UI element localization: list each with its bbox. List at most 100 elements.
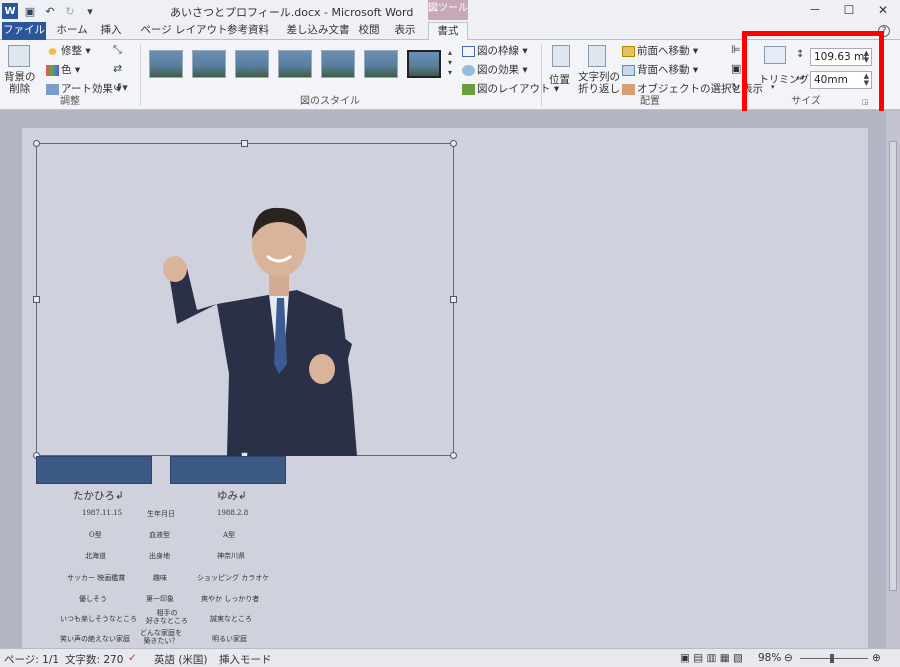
status-bar: ページ: 1/1 文字数: 270 ✓ 英語 (米国) 挿入モード ▣ ▤ ▥ … [0,648,900,667]
color-label: 色 [61,64,72,76]
picture-layout-label: 図のレイアウト [477,83,551,95]
maximize-button[interactable]: ☐ [832,0,866,20]
send-backward-button[interactable]: 背面へ移動 ▾ [622,62,698,77]
picture-style-6[interactable] [364,50,398,78]
resize-handle[interactable] [450,452,457,459]
zoom-slider-thumb[interactable] [830,654,834,663]
view-buttons[interactable]: ▣ ▤ ▥ ▦ ▧ [680,652,743,664]
corrections-button[interactable]: 修整 ▾ [46,43,91,58]
title-bar: W ▣ ↶ ↻ ▾ あいさつとプロフィール.docx - Microsoft W… [0,0,900,22]
wrap-text-button[interactable]: 文字列の 折り返し [578,71,620,95]
scrollbar-thumb[interactable] [889,141,897,591]
tab-format[interactable]: 書式 [428,22,468,41]
sun-icon [46,45,59,57]
undo-icon[interactable]: ↶ [42,3,58,19]
profile-right-value: 爽やか しっかり者 [201,595,260,603]
document-title: あいさつとプロフィール.docx - Microsoft Word [170,6,414,19]
tab-view[interactable]: 表示 [390,22,420,40]
picture-style-3[interactable] [235,50,269,78]
picture-layout-button[interactable]: 図のレイアウト ▾ [462,81,559,96]
picture-border-icon [462,45,475,57]
resize-handle[interactable] [450,140,457,147]
profile-left-value: O型 [89,531,102,539]
tab-home[interactable]: ホーム [50,22,94,40]
picture-effects-button[interactable]: 図の効果 ▾ [462,62,528,77]
zoom-level[interactable]: 98% [758,652,781,664]
profile-item-label: どんな家庭を 築きたい？ [140,629,182,645]
picture-style-7[interactable] [407,50,441,78]
name-plate-left[interactable] [36,456,152,484]
profile-right-value: 明るい家庭 [212,635,247,643]
profile-left-value: 北海道 [85,552,106,560]
group-divider [541,44,542,106]
picture-border-button[interactable]: 図の枠線 ▾ [462,43,528,58]
resize-handle[interactable] [33,296,40,303]
name-plate-right[interactable] [170,456,286,484]
insert-mode-indicator[interactable]: 挿入モード [219,652,272,667]
resize-handle[interactable] [33,140,40,147]
redo-icon[interactable]: ↻ [62,3,78,19]
word-app-icon[interactable]: W [2,3,18,19]
color-icon [46,64,59,76]
minimize-button[interactable]: － [798,0,832,20]
tab-insert[interactable]: 挿入 [96,22,126,40]
picture-effects-icon [462,64,475,76]
rotate-icon[interactable]: ↻ [731,81,740,94]
tab-mailings[interactable]: 差し込み文書 [278,22,358,40]
zoom-in-icon[interactable]: ⊕ [872,652,881,664]
send-backward-icon [622,64,635,76]
tab-file[interactable]: ファイル [2,22,46,40]
resize-handle[interactable] [450,296,457,303]
align-icon[interactable]: ⊫ [731,43,741,56]
picture-border-label: 図の枠線 [477,45,519,57]
profile-item-label: 相手の 好きなところ [146,609,188,625]
group-divider [140,44,141,106]
bring-forward-button[interactable]: 前面へ移動 ▾ [622,43,698,58]
proofing-icon[interactable]: ✓ [128,652,137,664]
profile-right-value: ショッピング カラオケ [197,574,270,582]
profile-left-value: 笑い声の絶えない家庭 [60,635,130,643]
picture-effects-label: 図の効果 [477,64,519,76]
position-button[interactable]: 位置 [549,72,570,87]
compress-pictures-icon[interactable]: ⤡ [113,43,122,57]
profile-item-label: 第一印象 [146,595,174,603]
remove-background-button[interactable]: 背景の 削除 [4,71,36,95]
save-icon[interactable]: ▣ [22,3,38,19]
tab-review[interactable]: 校閲 [354,22,384,40]
group-icon[interactable]: ▣ [731,62,741,75]
adjust-group-label: 調整 [60,96,80,107]
profile-left-value: 1987.11.15 [82,509,123,517]
picture-styles-group-label: 図のスタイル [300,96,360,107]
profile-right-value: A型 [223,531,236,539]
color-button[interactable]: 色 ▾ [46,62,80,77]
size-group-highlight [742,31,884,119]
bride-name: ゆみ↲ [217,490,247,502]
send-backward-label: 背面へ移動 [637,64,690,76]
remove-background-icon[interactable] [8,45,30,67]
change-picture-icon[interactable]: ⇄ [113,62,122,75]
profile-right-value: 1988.2.8 [217,509,249,517]
close-button[interactable]: ✕ [866,0,900,20]
page-count[interactable]: ページ: 1/1 [4,652,59,667]
vertical-scrollbar[interactable] [886,111,900,648]
picture-style-5[interactable] [321,50,355,78]
selected-picture[interactable] [33,140,457,459]
picture-style-1[interactable] [149,50,183,78]
zoom-out-icon[interactable]: ⊖ [784,652,793,664]
corrections-label: 修整 [61,45,82,57]
customize-qat-icon[interactable]: ▾ [82,3,98,19]
styles-scroll-icon[interactable]: ▴ ▾ ▾ [448,48,452,78]
zoom-slider[interactable] [800,658,868,659]
quick-access-toolbar: W ▣ ↶ ↻ ▾ [2,3,98,19]
reset-picture-icon[interactable]: ↺▾ [113,81,128,94]
position-icon[interactable] [552,45,570,67]
tab-references[interactable]: 参考資料 [218,22,278,40]
bring-forward-label: 前面へ移動 [637,45,690,57]
resize-handle[interactable] [241,140,248,147]
profile-item-label: 血液型 [149,531,170,539]
language-indicator[interactable]: 英語 (米国) [154,652,208,667]
word-count[interactable]: 文字数: 270 [65,652,123,667]
picture-style-2[interactable] [192,50,226,78]
picture-style-4[interactable] [278,50,312,78]
wrap-text-icon[interactable] [588,45,606,67]
